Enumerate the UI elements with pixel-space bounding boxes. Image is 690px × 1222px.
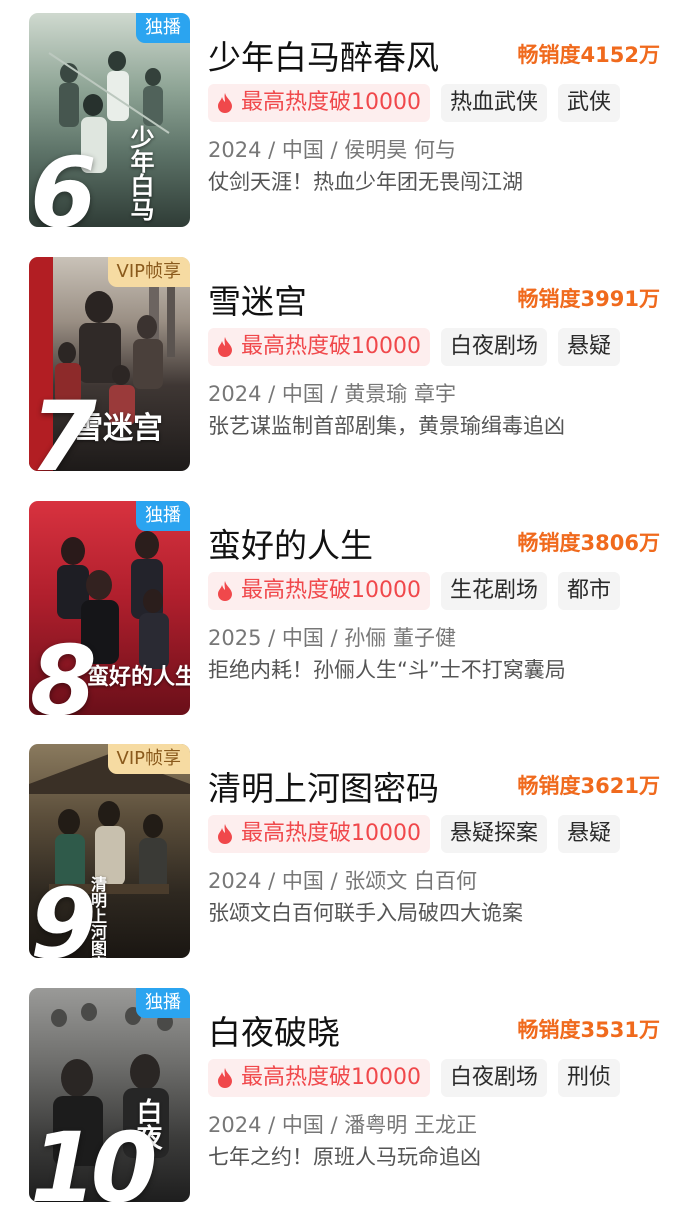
tag-row: 最高热度破10000 热血武侠 武侠 xyxy=(208,84,621,122)
rank-number: 7 xyxy=(30,381,97,471)
heat-tag-label: 最高热度破10000 xyxy=(241,821,421,846)
show-title[interactable]: 蛮好的人生 xyxy=(208,519,373,567)
poster-title-art: 少年白马 xyxy=(126,125,155,221)
flame-icon xyxy=(218,1068,232,1088)
poster[interactable]: 白夜 独播 10 xyxy=(29,988,190,1202)
poster[interactable]: 少年白马 独播 6 xyxy=(29,13,190,227)
poster[interactable]: 蛮好的人生 独播 8 xyxy=(29,501,190,715)
genre-tag[interactable]: 热血武侠 xyxy=(441,84,548,122)
show-title[interactable]: 雪迷宫 xyxy=(208,275,307,323)
show-description: 张颂文白百何联手入局破四大诡案 xyxy=(208,901,523,925)
show-meta: 2024 / 中国 / 张颂文 白百何 xyxy=(208,869,477,893)
heat-tag-label: 最高热度破10000 xyxy=(241,334,421,359)
flame-icon xyxy=(218,824,232,844)
genre-tag[interactable]: 都市 xyxy=(558,572,621,610)
sales-index: 畅销度4152万 xyxy=(517,43,660,67)
sales-index: 畅销度3806万 xyxy=(517,531,660,555)
show-description: 仗剑天涯！热血少年团无畏闯江湖 xyxy=(208,170,523,194)
show-title[interactable]: 白夜破晓 xyxy=(208,1006,340,1054)
genre-tag[interactable]: 武侠 xyxy=(558,84,621,122)
show-meta: 2024 / 中国 / 潘粤明 王龙正 xyxy=(208,1113,477,1137)
exclusive-badge: 独播 xyxy=(136,501,190,531)
genre-tag[interactable]: 刑侦 xyxy=(558,1059,621,1097)
show-meta: 2024 / 中国 / 黄景瑜 章宇 xyxy=(208,382,456,406)
genre-tag[interactable]: 生花剧场 xyxy=(441,572,548,610)
genre-tag[interactable]: 悬疑 xyxy=(558,815,621,853)
genre-tag[interactable]: 白夜剧场 xyxy=(441,1059,548,1097)
heat-tag-label: 最高热度破10000 xyxy=(241,578,421,603)
list-item[interactable]: 蛮好的人生 独播 8 蛮好的人生 畅销度3806万 最高热度破10000 生花剧… xyxy=(0,501,690,717)
sales-index: 畅销度3991万 xyxy=(517,287,660,311)
list-item[interactable]: 雪迷宫 VIP帧享 7 雪迷宫 畅销度3991万 最高热度破10000 白夜剧场… xyxy=(0,257,690,473)
list-item[interactable]: 少年白马 独播 6 少年白马醉春风 畅销度4152万 最高热度破10000 热血… xyxy=(0,13,690,229)
genre-tag[interactable]: 悬疑探案 xyxy=(441,815,548,853)
list-item[interactable]: 清明上河图密码 VIP帧享 9 清明上河图密码 畅销度3621万 最高热度破10… xyxy=(0,744,690,960)
exclusive-badge: 独播 xyxy=(136,13,190,43)
heat-tag-label: 最高热度破10000 xyxy=(241,1065,421,1090)
heat-tag: 最高热度破10000 xyxy=(208,328,430,366)
list-item[interactable]: 白夜 独播 10 白夜破晓 畅销度3531万 最高热度破10000 白夜剧场 刑… xyxy=(0,988,690,1204)
heat-tag-label: 最高热度破10000 xyxy=(241,90,421,115)
show-description: 拒绝内耗！孙俪人生“斗”士不打窝囊局 xyxy=(208,658,566,682)
show-description: 七年之约！原班人马玩命追凶 xyxy=(208,1145,481,1169)
show-title[interactable]: 少年白马醉春风 xyxy=(208,31,439,79)
tag-row: 最高热度破10000 悬疑探案 悬疑 xyxy=(208,815,621,853)
flame-icon xyxy=(218,581,232,601)
sales-index: 畅销度3531万 xyxy=(517,1018,660,1042)
heat-tag: 最高热度破10000 xyxy=(208,815,430,853)
tag-row: 最高热度破10000 白夜剧场 刑侦 xyxy=(208,1059,621,1097)
flame-icon xyxy=(218,337,232,357)
ranking-list: 少年白马 独播 6 少年白马醉春风 畅销度4152万 最高热度破10000 热血… xyxy=(0,0,690,1222)
vip-badge: VIP帧享 xyxy=(107,744,190,774)
rank-number: 6 xyxy=(30,137,97,227)
rank-number: 8 xyxy=(30,625,97,715)
heat-tag: 最高热度破10000 xyxy=(208,1059,430,1097)
rank-number: 9 xyxy=(30,868,97,958)
heat-tag: 最高热度破10000 xyxy=(208,84,430,122)
genre-tag[interactable]: 白夜剧场 xyxy=(441,328,548,366)
sales-index: 畅销度3621万 xyxy=(517,774,660,798)
tag-row: 最高热度破10000 白夜剧场 悬疑 xyxy=(208,328,621,366)
rank-number: 10 xyxy=(30,1112,158,1202)
show-description: 张艺谋监制首部剧集，黄景瑜缉毒追凶 xyxy=(208,414,565,438)
show-meta: 2024 / 中国 / 侯明昊 何与 xyxy=(208,138,456,162)
heat-tag: 最高热度破10000 xyxy=(208,572,430,610)
genre-tag[interactable]: 悬疑 xyxy=(558,328,621,366)
exclusive-badge: 独播 xyxy=(136,988,190,1018)
flame-icon xyxy=(218,93,232,113)
poster-title-art: 蛮好的人生 xyxy=(87,664,190,690)
show-meta: 2025 / 中国 / 孙俪 董子健 xyxy=(208,626,456,650)
poster[interactable]: 雪迷宫 VIP帧享 7 xyxy=(29,257,190,471)
tag-row: 最高热度破10000 生花剧场 都市 xyxy=(208,572,621,610)
poster[interactable]: 清明上河图密码 VIP帧享 9 xyxy=(29,744,190,958)
show-title[interactable]: 清明上河图密码 xyxy=(208,762,439,810)
vip-badge: VIP帧享 xyxy=(107,257,190,287)
